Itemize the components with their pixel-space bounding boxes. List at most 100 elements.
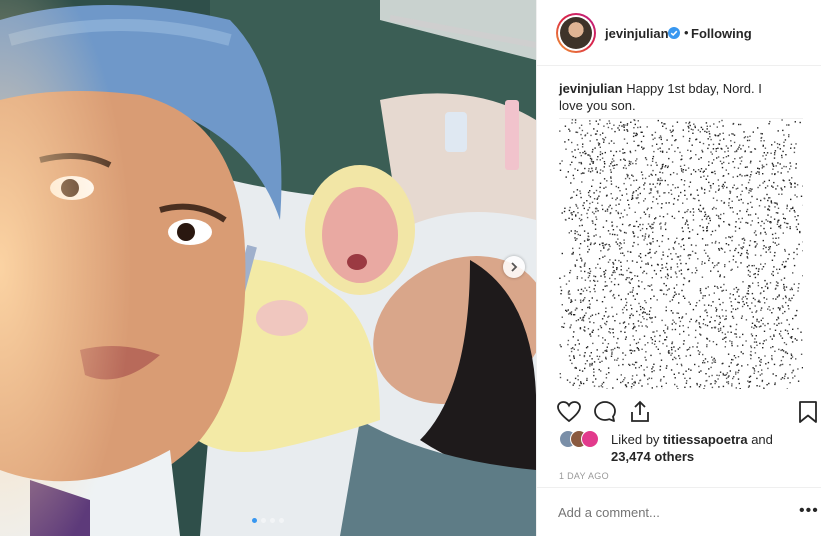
noise-speck: [625, 167, 627, 170]
noise-speck: [737, 266, 739, 268]
noise-speck: [597, 123, 600, 125]
noise-speck: [773, 266, 775, 268]
noise-speck: [630, 349, 632, 351]
heart-icon[interactable]: [556, 399, 582, 425]
noise-speck: [565, 176, 567, 178]
noise-speck: [793, 251, 795, 254]
noise-speck: [747, 293, 750, 295]
caption-username[interactable]: jevinjulian: [559, 81, 623, 96]
more-options-button[interactable]: •••: [799, 502, 819, 520]
noise-speck: [700, 157, 702, 159]
likes-count[interactable]: 23,474 others: [611, 449, 694, 464]
noise-speck: [570, 182, 572, 184]
avatar[interactable]: [556, 13, 596, 53]
liker-avatar[interactable]: [581, 430, 599, 448]
carousel-next-button[interactable]: [503, 256, 525, 278]
noise-speck: [682, 171, 684, 173]
noise-speck: [710, 187, 712, 189]
noise-speck: [660, 359, 663, 361]
noise-speck: [615, 185, 617, 188]
noise-speck: [682, 230, 684, 233]
noise-speck: [725, 156, 728, 158]
noise-speck: [774, 251, 776, 254]
noise-speck: [678, 302, 680, 304]
noise-speck: [610, 281, 613, 283]
noise-speck: [754, 148, 756, 150]
noise-speck: [633, 235, 636, 237]
noise-speck: [667, 351, 670, 353]
noise-speck: [642, 272, 644, 274]
noise-speck: [749, 135, 751, 137]
noise-speck: [634, 123, 636, 126]
noise-speck: [635, 220, 638, 223]
noise-speck: [660, 168, 662, 170]
noise-speck: [691, 250, 694, 253]
noise-speck: [579, 253, 581, 256]
noise-speck: [608, 120, 610, 122]
noise-speck: [659, 365, 662, 368]
noise-speck: [675, 293, 677, 295]
noise-speck: [676, 276, 678, 278]
comment-icon[interactable]: [592, 399, 618, 425]
noise-speck: [712, 143, 715, 146]
noise-speck: [768, 248, 771, 250]
post-timestamp[interactable]: 1 DAY AGO: [559, 471, 609, 481]
noise-speck: [665, 228, 667, 231]
noise-speck: [576, 189, 579, 191]
noise-speck: [639, 217, 642, 219]
noise-speck: [678, 270, 681, 272]
noise-speck: [775, 298, 777, 300]
comment-input[interactable]: [558, 505, 758, 520]
noise-speck: [698, 323, 701, 325]
noise-speck: [784, 375, 786, 377]
liked-by-user[interactable]: titiessapoetra: [663, 432, 748, 447]
noise-speck: [705, 122, 708, 124]
noise-speck: [749, 176, 751, 178]
noise-speck: [706, 311, 708, 314]
noise-speck: [666, 336, 668, 338]
following-button[interactable]: Following: [691, 26, 752, 41]
noise-speck: [660, 138, 662, 141]
noise-speck: [646, 126, 648, 128]
noise-speck: [698, 365, 700, 368]
noise-speck: [780, 378, 782, 380]
noise-speck: [675, 272, 677, 275]
noise-speck: [748, 244, 751, 247]
noise-speck: [651, 264, 653, 267]
post-photo[interactable]: [0, 0, 536, 536]
noise-speck: [566, 310, 568, 312]
noise-speck: [650, 307, 652, 309]
noise-speck: [633, 241, 635, 244]
noise-speck: [677, 147, 679, 149]
noise-speck: [764, 324, 766, 327]
noise-speck: [607, 230, 610, 232]
header-username[interactable]: jevinjulian: [605, 26, 669, 41]
noise-speck: [756, 320, 758, 322]
noise-speck: [676, 173, 678, 175]
noise-speck: [569, 130, 571, 132]
noise-speck: [571, 212, 573, 214]
noise-speck: [771, 355, 773, 357]
noise-speck: [760, 309, 762, 311]
noise-speck: [776, 244, 778, 246]
noise-speck: [571, 161, 573, 163]
noise-speck: [797, 290, 799, 292]
share-icon[interactable]: [627, 399, 653, 425]
noise-speck: [565, 148, 567, 150]
noise-speck: [718, 188, 720, 190]
noise-speck: [563, 322, 566, 325]
noise-speck: [776, 223, 779, 225]
noise-speck: [623, 126, 625, 128]
noise-speck: [721, 119, 723, 122]
noise-speck: [685, 169, 687, 171]
noise-speck: [615, 198, 617, 201]
noise-speck: [699, 141, 701, 143]
noise-speck: [714, 361, 717, 363]
noise-speck: [624, 377, 626, 379]
bookmark-icon[interactable]: [795, 399, 821, 425]
noise-speck: [633, 384, 635, 386]
noise-speck: [599, 153, 602, 156]
noise-speck: [686, 220, 688, 223]
noise-speck: [572, 251, 574, 254]
noise-speck: [581, 277, 583, 279]
